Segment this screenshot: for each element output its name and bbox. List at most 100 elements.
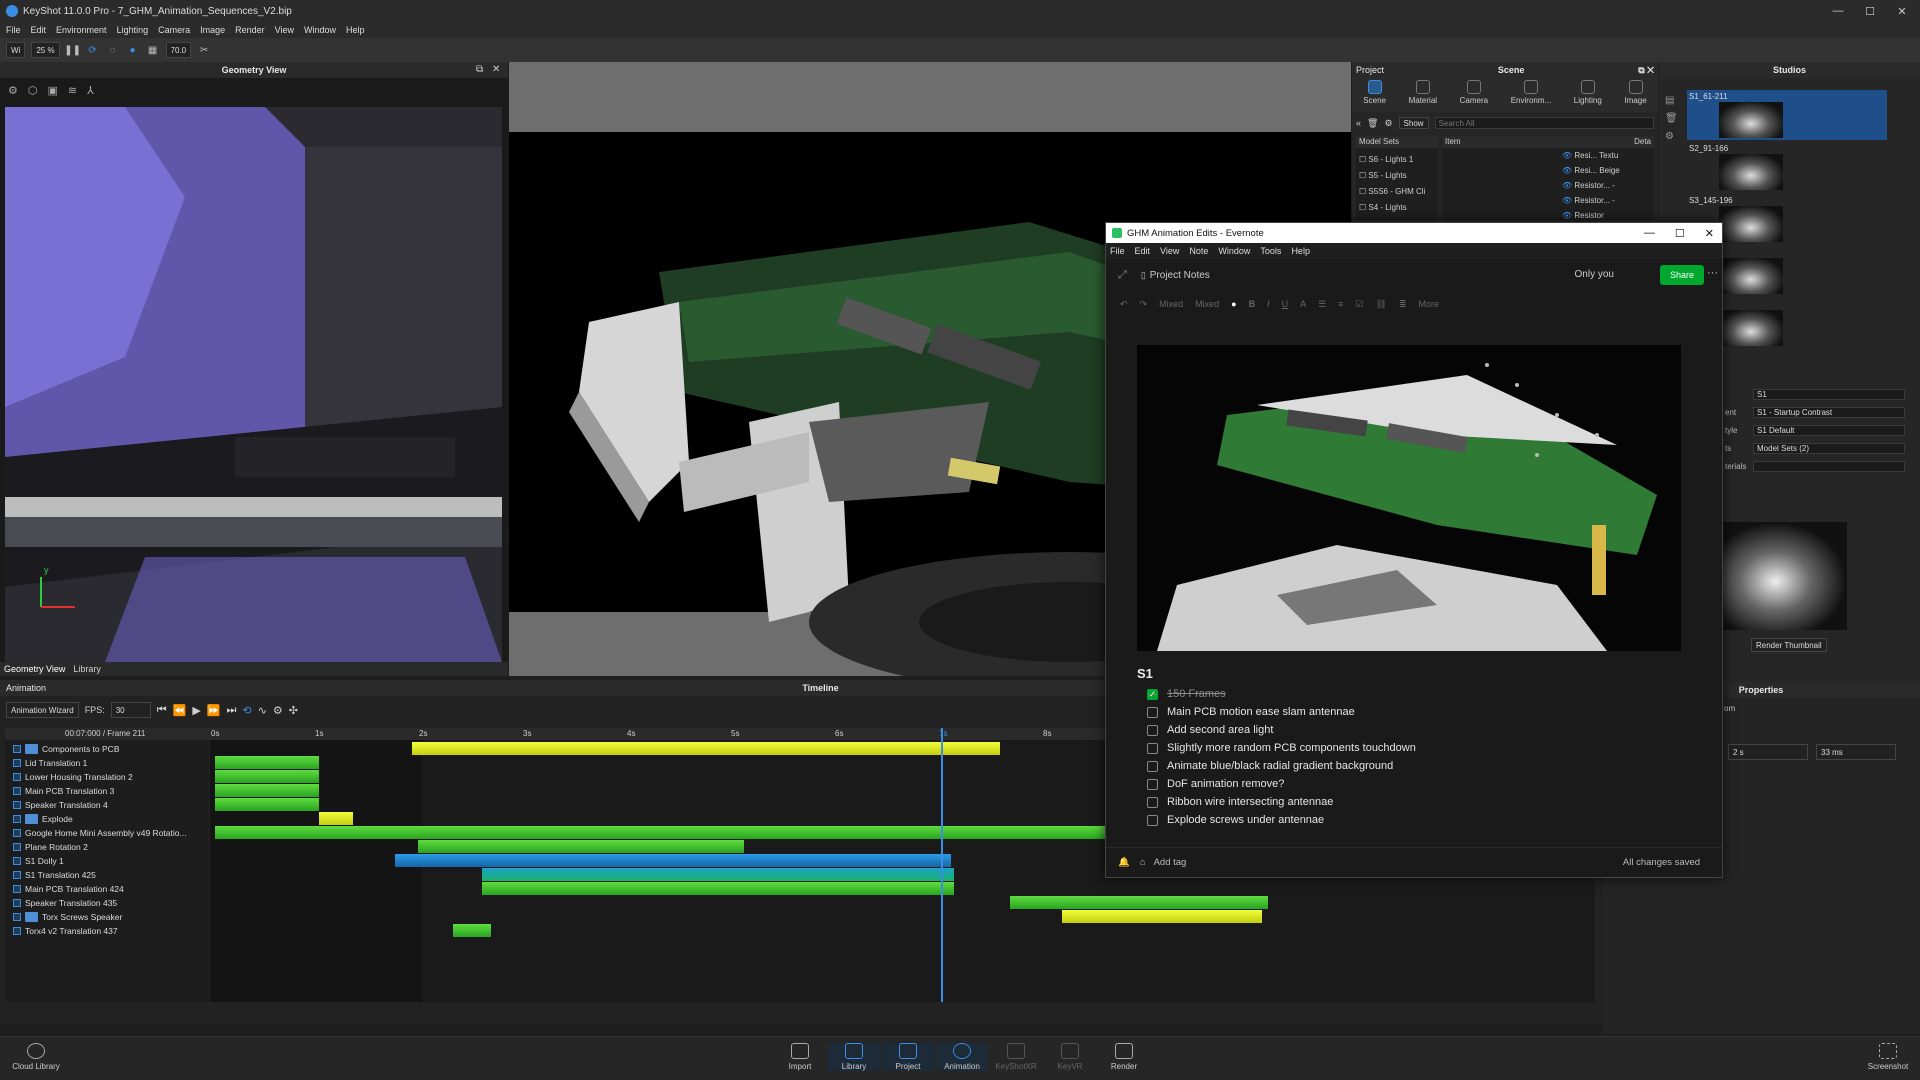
step-forward-icon[interactable]: ⏩ bbox=[207, 704, 221, 717]
checklist-item[interactable]: Slightly more random PCB components touc… bbox=[1147, 740, 1416, 756]
track-checkbox[interactable] bbox=[13, 744, 21, 753]
track-bar[interactable] bbox=[412, 742, 1000, 755]
track-checkbox[interactable] bbox=[13, 786, 21, 795]
camera-icon[interactable]: ▣ bbox=[47, 84, 57, 97]
track-checkbox[interactable] bbox=[13, 800, 21, 809]
track-row[interactable]: Components to PCB bbox=[13, 742, 119, 755]
track-row[interactable]: S1 Dolly 1 bbox=[13, 854, 64, 867]
track-row[interactable]: Torx4 v2 Translation 437 bbox=[13, 924, 118, 937]
prop-value[interactable]: Model Sets (2) bbox=[1753, 442, 1905, 454]
track-bar[interactable] bbox=[215, 756, 319, 769]
panel-close-icon[interactable]: ✕ bbox=[492, 64, 500, 75]
track-row[interactable]: Google Home Mini Assembly v49 Rotatio... bbox=[13, 826, 187, 839]
track-bar[interactable] bbox=[482, 882, 954, 895]
eye-icon[interactable]: 👁 bbox=[1562, 166, 1572, 175]
reminder-icon[interactable]: 🔔 bbox=[1118, 857, 1130, 868]
ev-menu-view[interactable]: View bbox=[1160, 246, 1179, 256]
checklist-item[interactable]: Main PCB motion ease slam antennae bbox=[1147, 704, 1355, 720]
library-button[interactable]: Library bbox=[828, 1043, 880, 1071]
track-bar[interactable] bbox=[418, 840, 744, 853]
skip-end-icon[interactable]: ⏭ bbox=[226, 704, 236, 717]
size-select[interactable]: Mixed bbox=[1195, 299, 1219, 309]
expand-note-icon[interactable]: ⤢ bbox=[1118, 269, 1127, 282]
scene-item[interactable]: 👁 Resi... Textu bbox=[1562, 148, 1654, 163]
eye-icon[interactable]: 👁 bbox=[1562, 196, 1572, 205]
menu-camera[interactable]: Camera bbox=[158, 25, 190, 35]
loop-icon[interactable]: ⟲ bbox=[242, 704, 251, 717]
more-options-icon[interactable]: ··· bbox=[1707, 267, 1718, 279]
checklist-item[interactable]: Add second area light bbox=[1147, 722, 1273, 738]
undock-icon[interactable]: ⧉ bbox=[476, 64, 483, 75]
track-bar[interactable] bbox=[215, 798, 319, 811]
collapse-icon[interactable]: « bbox=[1356, 118, 1361, 128]
track-row[interactable]: Main PCB Translation 424 bbox=[13, 882, 124, 895]
render-button[interactable]: Render bbox=[1098, 1043, 1150, 1071]
track-bar[interactable] bbox=[453, 924, 491, 937]
minimize-icon[interactable]: — bbox=[1822, 0, 1854, 22]
track-bar[interactable] bbox=[1062, 910, 1262, 923]
play-icon[interactable]: ▶ bbox=[192, 704, 200, 717]
prop-value[interactable]: S1 - Startup Contrast bbox=[1753, 406, 1905, 418]
track-row[interactable]: Speaker Translation 435 bbox=[13, 896, 117, 909]
model-set-item[interactable]: ☐ S4 - Lights bbox=[1359, 200, 1435, 216]
share-button[interactable]: Share bbox=[1659, 265, 1704, 285]
menu-lighting[interactable]: Lighting bbox=[117, 25, 149, 35]
track-checkbox[interactable] bbox=[13, 842, 21, 851]
redo-icon[interactable]: ↷ bbox=[1140, 299, 1148, 310]
ev-close-icon[interactable]: ✕ bbox=[1705, 227, 1714, 240]
search-input[interactable] bbox=[1434, 117, 1654, 129]
bullet-list-icon[interactable]: ☰ bbox=[1318, 299, 1326, 310]
playhead[interactable] bbox=[941, 728, 943, 1002]
track-row[interactable]: Main PCB Translation 3 bbox=[13, 784, 114, 797]
animation-wizard-button[interactable]: Animation Wizard bbox=[6, 702, 79, 718]
align-icon[interactable]: ≣ bbox=[1399, 299, 1407, 310]
undo-icon[interactable]: ↶ bbox=[1120, 299, 1128, 310]
scene-item[interactable]: 👁 Resistor... - bbox=[1562, 178, 1654, 193]
menu-help[interactable]: Help bbox=[346, 25, 365, 35]
ev-menu-help[interactable]: Help bbox=[1291, 246, 1310, 256]
checklist-item[interactable]: Animate blue/black radial gradient backg… bbox=[1147, 758, 1393, 774]
scene-item[interactable]: 👁 Resi... Beige bbox=[1562, 163, 1654, 178]
checkbox-icon[interactable] bbox=[1147, 814, 1158, 826]
checklist-icon[interactable]: ☑ bbox=[1355, 299, 1363, 310]
gear-icon[interactable]: ⚙ bbox=[1384, 118, 1392, 129]
note-heading[interactable]: S1 bbox=[1137, 666, 1153, 681]
fps-field[interactable]: 30 bbox=[110, 702, 151, 718]
tab-scene[interactable]: Scene bbox=[1363, 80, 1386, 110]
track-bar[interactable] bbox=[395, 854, 951, 867]
notebook-name[interactable]: Project Notes bbox=[1150, 270, 1210, 281]
tab-library[interactable]: Library bbox=[73, 664, 101, 674]
track-bar[interactable] bbox=[215, 784, 319, 797]
link-icon[interactable]: ⛓ bbox=[1376, 299, 1387, 310]
color-picker-icon[interactable]: ● bbox=[1231, 299, 1236, 309]
track-row[interactable]: Lower Housing Translation 2 bbox=[13, 770, 133, 783]
studio-item[interactable]: S2_91-166 bbox=[1687, 142, 1887, 192]
close-icon[interactable]: ✕ bbox=[1886, 0, 1918, 22]
checked-box-icon[interactable]: ✓ bbox=[1147, 688, 1158, 700]
checkbox-icon[interactable] bbox=[1147, 724, 1158, 736]
model-set-item[interactable]: ☐ S5S6 - GHM Cli bbox=[1359, 184, 1435, 200]
scene-item[interactable]: 👁 Resistor... - bbox=[1562, 193, 1654, 208]
more-format-button[interactable]: More bbox=[1419, 299, 1440, 309]
cube-icon[interactable]: ⬡ bbox=[28, 84, 38, 97]
track-checkbox[interactable] bbox=[13, 898, 21, 907]
highlight-icon[interactable]: A bbox=[1300, 299, 1306, 309]
menu-image[interactable]: Image bbox=[200, 25, 225, 35]
curve-icon[interactable]: ∿ bbox=[258, 704, 267, 717]
checklist-item[interactable]: DoF animation remove? bbox=[1147, 776, 1284, 792]
track-bar[interactable] bbox=[482, 868, 954, 881]
track-row[interactable]: Speaker Translation 4 bbox=[13, 798, 108, 811]
track-row[interactable]: Plane Rotation 2 bbox=[13, 840, 88, 853]
screenshot-button[interactable]: Screenshot bbox=[1862, 1043, 1914, 1071]
duration-field[interactable]: 2 s bbox=[1728, 744, 1808, 760]
timeline-settings-icon[interactable]: ⚙ bbox=[273, 704, 283, 717]
ev-menu-edit[interactable]: Edit bbox=[1135, 246, 1151, 256]
track-row[interactable]: Explode bbox=[13, 812, 73, 825]
add-studio-icon[interactable]: ▤ bbox=[1665, 92, 1678, 110]
checkbox-icon[interactable] bbox=[1147, 742, 1158, 754]
snap-icon[interactable]: ✣ bbox=[289, 704, 298, 717]
refresh-icon[interactable]: ⟳ bbox=[86, 43, 100, 57]
eye-icon[interactable]: 👁 bbox=[1562, 151, 1572, 160]
track-bar[interactable] bbox=[215, 826, 1110, 839]
zoom-select[interactable]: 25 % bbox=[31, 42, 60, 58]
